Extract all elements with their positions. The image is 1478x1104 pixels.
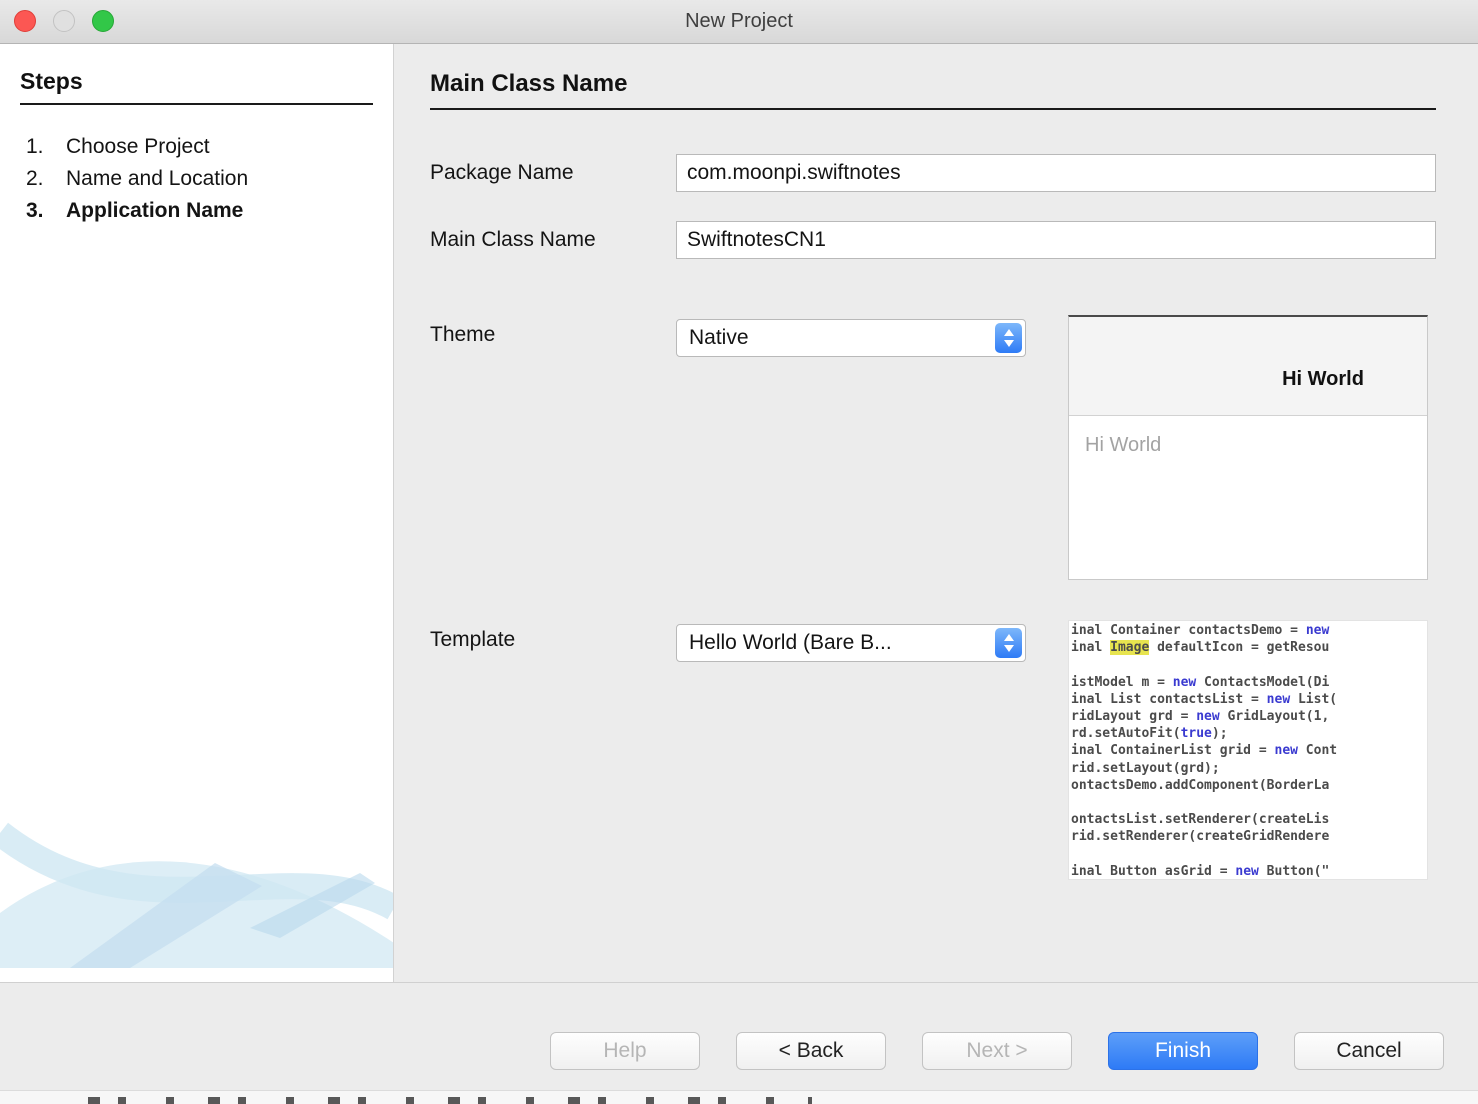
chevron-up-icon [1004, 329, 1014, 336]
theme-preview-body-text: Hi World [1085, 434, 1161, 456]
theme-row: Theme Native Hi World Hi World [430, 315, 1436, 580]
close-button[interactable] [14, 10, 36, 32]
steps-panel: Steps 1. Choose Project 2. Name and Loca… [0, 44, 394, 982]
steps-rule [20, 103, 373, 105]
zoom-button[interactable] [92, 10, 114, 32]
chevron-down-icon [1004, 645, 1014, 652]
step-label: Name and Location [66, 163, 248, 195]
theme-preview-titlebar: Hi World [1069, 317, 1427, 416]
theme-label: Theme [430, 323, 676, 347]
cancel-button[interactable]: Cancel [1294, 1032, 1444, 1070]
theme-select-stepper-icon[interactable] [995, 323, 1022, 353]
theme-select[interactable]: Native [676, 319, 1026, 357]
template-select-stepper-icon[interactable] [995, 628, 1022, 658]
chevron-up-icon [1004, 634, 1014, 641]
step-label: Choose Project [66, 131, 210, 163]
main-heading-rule [430, 108, 1436, 110]
step-item-application-name: 3. Application Name [20, 195, 373, 227]
template-selected-value: Hello World (Bare B... [689, 631, 892, 655]
main-class-name-input[interactable] [676, 221, 1436, 259]
netbeans-watermark-graphic [0, 778, 394, 968]
theme-preview-image: Hi World Hi World [1068, 315, 1428, 580]
next-button[interactable]: Next > [922, 1032, 1072, 1070]
package-name-row: Package Name [430, 154, 1436, 192]
chevron-down-icon [1004, 340, 1014, 347]
back-button[interactable]: < Back [736, 1032, 886, 1070]
finish-button[interactable]: Finish [1108, 1032, 1258, 1070]
theme-preview-titlebar-text: Hi World [1282, 368, 1364, 391]
main-class-name-label: Main Class Name [430, 228, 676, 252]
template-select[interactable]: Hello World (Bare B... [676, 624, 1026, 662]
package-name-input[interactable] [676, 154, 1436, 192]
steps-list: 1. Choose Project 2. Name and Location 3… [20, 131, 373, 227]
button-bar: Help < Back Next > Finish Cancel [0, 982, 1478, 1090]
traffic-lights [14, 10, 114, 32]
dialog-body: Steps 1. Choose Project 2. Name and Loca… [0, 44, 1478, 982]
step-number: 2. [20, 163, 66, 195]
step-item-name-and-location: 2. Name and Location [20, 163, 373, 195]
new-project-dialog: New Project Steps 1. Choose Project 2. N… [0, 0, 1478, 1104]
theme-preview-body: Hi World [1069, 416, 1427, 475]
step-label: Application Name [66, 195, 243, 227]
package-name-label: Package Name [430, 161, 676, 185]
steps-heading: Steps [20, 68, 373, 95]
title-bar: New Project [0, 0, 1478, 44]
window-title: New Project [685, 10, 793, 33]
main-class-name-row: Main Class Name [430, 221, 1436, 259]
help-button[interactable]: Help [550, 1032, 700, 1070]
step-number: 1. [20, 131, 66, 163]
background-window-sliver [0, 1090, 1478, 1104]
template-label: Template [430, 628, 676, 652]
template-row: Template Hello World (Bare B... inal Con… [430, 620, 1436, 880]
page-title: Main Class Name [430, 70, 1436, 98]
minimize-button[interactable] [53, 10, 75, 32]
main-panel: Main Class Name Package Name Main Class … [394, 44, 1478, 982]
template-code-preview: inal Container contactsDemo = newinal Im… [1068, 620, 1428, 880]
step-item-choose-project: 1. Choose Project [20, 131, 373, 163]
step-number: 3. [20, 195, 66, 227]
theme-selected-value: Native [689, 326, 749, 350]
